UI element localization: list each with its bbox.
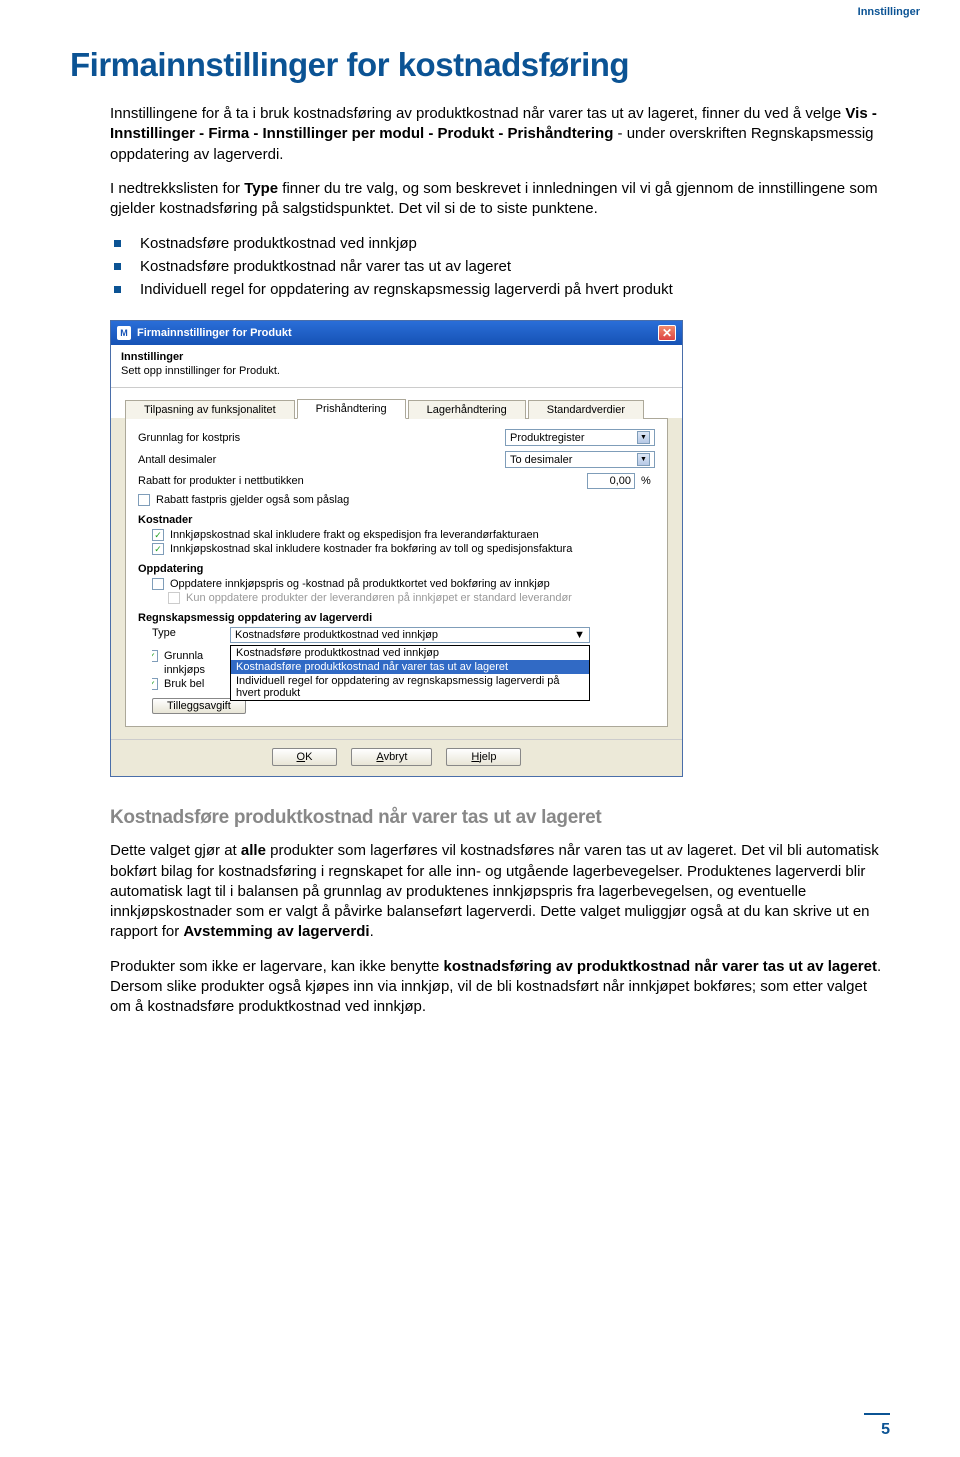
main-heading: Firmainnstillinger for kostnadsføring [70,46,890,84]
bullet-item: Individuell regel for oppdatering av reg… [110,279,890,300]
page-number: 5 [881,1421,890,1439]
tab-panel: Grunnlag for kostpris Produktregister ▼ … [125,418,668,727]
select-value: Produktregister [510,432,585,444]
checkbox-icon [152,578,164,590]
checkbox-icon [152,650,158,662]
label-rabatt: Rabatt for produkter i nettbutikken [138,475,581,487]
checkbox-kun-oppdatere: Kun oppdatere produkter der leverandøren… [168,592,655,604]
tab-strip: Tilpasning av funksjonalitet Prishåndter… [111,388,682,418]
paragraph-2: I nedtrekkslisten for Type finner du tre… [110,179,890,220]
checkbox-label: Innkjøpskostnad skal inkludere kostnader… [170,543,572,555]
checkbox-label: Grunnla [164,650,203,662]
label-desimaler: Antall desimaler [138,454,499,466]
text: Produkter som ikke er lagervare, kan ikk… [110,958,444,975]
close-button[interactable]: ✕ [658,325,676,341]
tab-tilpasning[interactable]: Tilpasning av funksjonalitet [125,400,295,419]
tab-lagerhandtering[interactable]: Lagerhåndtering [408,400,526,419]
checkbox-frakt[interactable]: Innkjøpskostnad skal inkludere frakt og … [152,529,655,541]
checkbox-icon [168,592,180,604]
chevron-down-icon: ▼ [574,629,585,641]
checkbox-icon [138,494,150,506]
label-kostpris: Grunnlag for kostpris [138,432,499,444]
section-title: Innstillinger [121,351,672,363]
checkbox-label: Innkjøpskostnad skal inkludere frakt og … [170,529,539,541]
ok-button[interactable]: OK [272,748,338,766]
titlebar: M Firmainnstillinger for Produkt ✕ [111,321,682,345]
unit-percent: % [641,475,655,487]
section-regnskap: Regnskapsmessig oppdatering av lagerverd… [138,612,655,624]
bullet-item: Kostnadsføre produktkostnad ved innkjøp [110,233,890,254]
input-rabatt[interactable]: 0,00 [587,473,635,489]
checkbox-toll[interactable]: Innkjøpskostnad skal inkludere kostnader… [152,543,655,555]
section-subtitle: Sett opp innstillinger for Produkt. [121,365,672,377]
btn-label: K [305,751,312,763]
dropdown-option[interactable]: Kostnadsføre produktkostnad ved innkjøp [231,646,589,660]
page-header-right: Innstillinger [858,6,920,18]
text: I nedtrekkslisten for [110,180,244,197]
bullet-list: Kostnadsføre produktkostnad ved innkjøp … [110,233,890,300]
checkbox-icon [152,543,164,555]
checkbox-label: Kun oppdatere produkter der leverandøren… [186,592,572,604]
paragraph-4: Produkter som ikke er lagervare, kan ikk… [110,957,890,1018]
window-title: Firmainnstillinger for Produkt [137,327,292,339]
checkbox-oppdatere[interactable]: Oppdatere innkjøpspris og -kostnad på pr… [152,578,655,590]
checkbox-label: Rabatt fastpris gjelder også som påslag [156,494,349,506]
text: Dette valget gjør at [110,842,241,859]
bullet-item: Kostnadsføre produktkostnad når varer ta… [110,256,890,277]
button-bar: OK Avbryt Hjelp [111,739,682,776]
checkbox-label: Bruk bel [164,678,204,690]
cancel-button[interactable]: Avbryt [351,748,432,766]
bold-text: Type [244,180,278,197]
checkbox-icon [152,529,164,541]
tab-prishandtering[interactable]: Prishåndtering [297,399,406,419]
tab-standardverdier[interactable]: Standardverdier [528,400,644,419]
help-button[interactable]: Hjelp [446,748,521,766]
dialog-description-area: Innstillinger Sett opp innstillinger for… [111,345,682,388]
dropdown-option-selected[interactable]: Kostnadsføre produktkostnad når varer ta… [231,660,589,674]
dropdown-option[interactable]: Individuell regel for oppdatering av reg… [231,674,589,700]
chevron-down-icon: ▼ [637,453,650,466]
section-kostnader: Kostnader [138,514,655,526]
checkbox-rabatt-fastpris[interactable]: Rabatt fastpris gjelder også som påslag [138,494,655,506]
bold-text: kostnadsføring av produktkostnad når var… [444,958,877,975]
chevron-down-icon: ▼ [637,431,650,444]
checkbox-icon [152,678,158,690]
page-number-underline [864,1413,890,1415]
dialog-window: M Firmainnstillinger for Produkt ✕ Innst… [110,320,683,777]
select-type[interactable]: Kostnadsføre produktkostnad ved innkjøp … [230,627,590,643]
bold-text: Avstemming av lagerverdi [183,923,369,940]
paragraph-3: Dette valget gjør at alle produkter som … [110,841,890,942]
select-value: To desimaler [510,454,572,466]
text: . [370,923,374,940]
paragraph-1: Innstillingene for å ta i bruk kostnadsf… [110,104,890,165]
dropdown-listbox[interactable]: Kostnadsføre produktkostnad ved innkjøp … [230,645,590,701]
label-type: Type [152,627,224,639]
bold-text: alle [241,842,266,859]
select-value: Kostnadsføre produktkostnad ved innkjøp [235,629,438,641]
select-desimaler[interactable]: To desimaler ▼ [505,451,655,468]
checkbox-label: Oppdatere innkjøpspris og -kostnad på pr… [170,578,550,590]
section-oppdatering: Oppdatering [138,563,655,575]
app-icon: M [117,326,131,340]
text: Innstillingene for å ta i bruk kostnadsf… [110,105,845,122]
sub-heading: Kostnadsføre produktkostnad når varer ta… [110,807,890,829]
select-kostpris[interactable]: Produktregister ▼ [505,429,655,446]
